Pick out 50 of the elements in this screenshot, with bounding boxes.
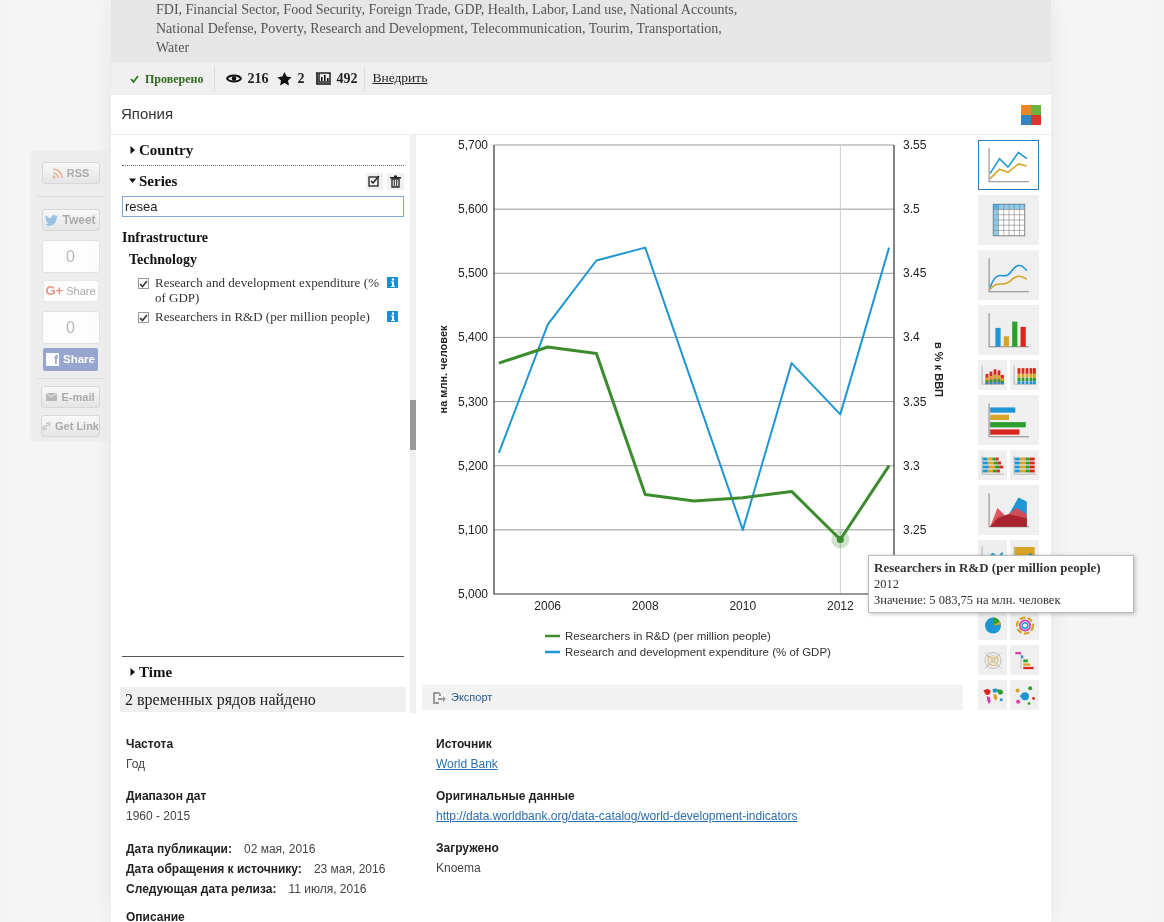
stars-count: 2 — [297, 70, 305, 88]
field-label: Описание — [126, 909, 186, 922]
field-label: Оригинальные данные — [436, 788, 576, 805]
field-label: Загружено — [436, 840, 500, 857]
facebook-icon: f — [46, 353, 59, 366]
tooltip-value: Значение: 5 083,75 на млн. человек — [874, 592, 1062, 608]
field-value: Knoema — [436, 860, 481, 877]
y-axis-label: 3.4 — [903, 330, 920, 345]
tags-text: FDI, Financial Sector, Food Security, Foreign Trade, GDP, Health, Labor, Land use, National Accounts, National Defense, Poverty, Research and Development, Telecommunication, Tourim, Transportation, Water — [156, 1, 739, 57]
field-label: Дата обращения к источнику: — [126, 861, 302, 878]
y-axis-label: 5,500 — [457, 266, 488, 281]
tooltip-period: 2012 — [874, 576, 900, 592]
y-axis-label: 5,700 — [457, 138, 488, 152]
field-value: 11 июля, 2016 — [288, 881, 367, 898]
field-value: 23 мая, 2016 — [313, 861, 386, 878]
x-axis-label: 2012 — [827, 599, 854, 613]
y-axis-title: в % к ВВП — [933, 342, 945, 397]
verified-label: Проверено — [145, 70, 204, 88]
x-axis-label: 2008 — [631, 599, 659, 613]
y-axis-label: 3.55 — [903, 138, 927, 152]
tooltip-title: Researchers in R&D (per million people) — [874, 560, 1102, 576]
field-label: Диапазон дат — [126, 788, 208, 805]
page-title: Япония — [121, 104, 174, 125]
x-axis-label: 2010 — [729, 599, 757, 613]
field-label: Частота — [126, 736, 175, 753]
share-count: 0 — [41, 240, 100, 273]
y-axis-label: 3.25 — [903, 522, 927, 537]
field-value: 02 мая, 2016 — [243, 841, 316, 858]
field-value: 1960 - 2015 — [126, 808, 191, 825]
field-value: Год — [126, 756, 146, 773]
y-axis-label: 5,100 — [457, 522, 488, 537]
views-count: 216 — [247, 70, 269, 88]
charts-count: 492 — [336, 70, 358, 88]
y-axis-label: 3.35 — [903, 394, 927, 409]
field-label: Следующая дата релиза: — [126, 881, 277, 898]
y-axis-label: 5,300 — [457, 394, 488, 409]
y-axis-label: 5,600 — [457, 202, 488, 217]
x-axis-label: 2006 — [534, 599, 561, 613]
google-plus-icon: G+ — [45, 281, 64, 301]
y-axis-label: 5,400 — [457, 330, 488, 345]
results-count: 2 временных рядов найдено — [120, 687, 406, 712]
share-count: 0 — [41, 311, 100, 344]
y-axis-label: 5,200 — [457, 458, 488, 473]
field-label: Источник — [436, 736, 493, 753]
y-axis-label: 3.45 — [903, 266, 927, 281]
y-axis-label: 3.5 — [903, 202, 920, 217]
y-axis-label: 5,000 — [457, 587, 488, 601]
field-label: Дата публикации: — [126, 841, 232, 858]
y-axis-title: на млн. человек — [437, 325, 449, 414]
y-axis-label: 3.3 — [903, 458, 920, 473]
